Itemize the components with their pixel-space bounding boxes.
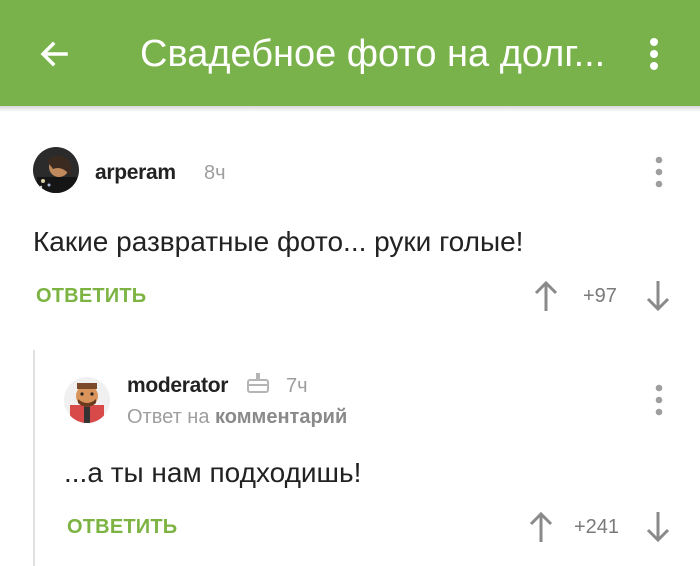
comment-time: 8ч — [204, 162, 226, 184]
comment-text: Какие развратные фото... руки голые! — [33, 226, 524, 257]
author-name[interactable]: arperam — [95, 161, 176, 185]
thread-line — [33, 350, 35, 566]
app-bar: Свадебное фото на долг... — [0, 0, 700, 106]
more-vert-icon[interactable] — [653, 383, 665, 417]
reply-button[interactable]: ОТВЕТИТЬ — [67, 516, 177, 539]
author-name[interactable]: moderator — [127, 374, 228, 398]
reply-to-link[interactable]: комментарий — [215, 406, 347, 428]
comment-text: ...а ты нам подходишь! — [64, 457, 362, 488]
moderator-cake-icon — [247, 373, 269, 393]
page-title: Свадебное фото на долг... — [140, 33, 606, 75]
arrow-back-icon[interactable] — [36, 36, 72, 72]
avatar[interactable] — [33, 147, 79, 193]
more-vert-icon[interactable] — [640, 36, 668, 72]
rating: +97 — [583, 285, 617, 307]
appbar-shadow — [0, 106, 700, 112]
arrow-down-icon[interactable] — [645, 510, 671, 544]
more-vert-icon[interactable] — [653, 155, 665, 189]
reply-button[interactable]: ОТВЕТИТЬ — [36, 285, 146, 308]
arrow-down-icon[interactable] — [645, 279, 671, 313]
arrow-up-icon[interactable] — [528, 510, 554, 544]
reply-to: Ответ на комментарий — [127, 406, 347, 429]
rating: +241 — [574, 516, 620, 538]
reply-to-prefix: Ответ на — [127, 406, 210, 428]
comment-time: 7ч — [286, 375, 308, 397]
arrow-up-icon[interactable] — [533, 279, 559, 313]
avatar[interactable] — [64, 377, 110, 423]
